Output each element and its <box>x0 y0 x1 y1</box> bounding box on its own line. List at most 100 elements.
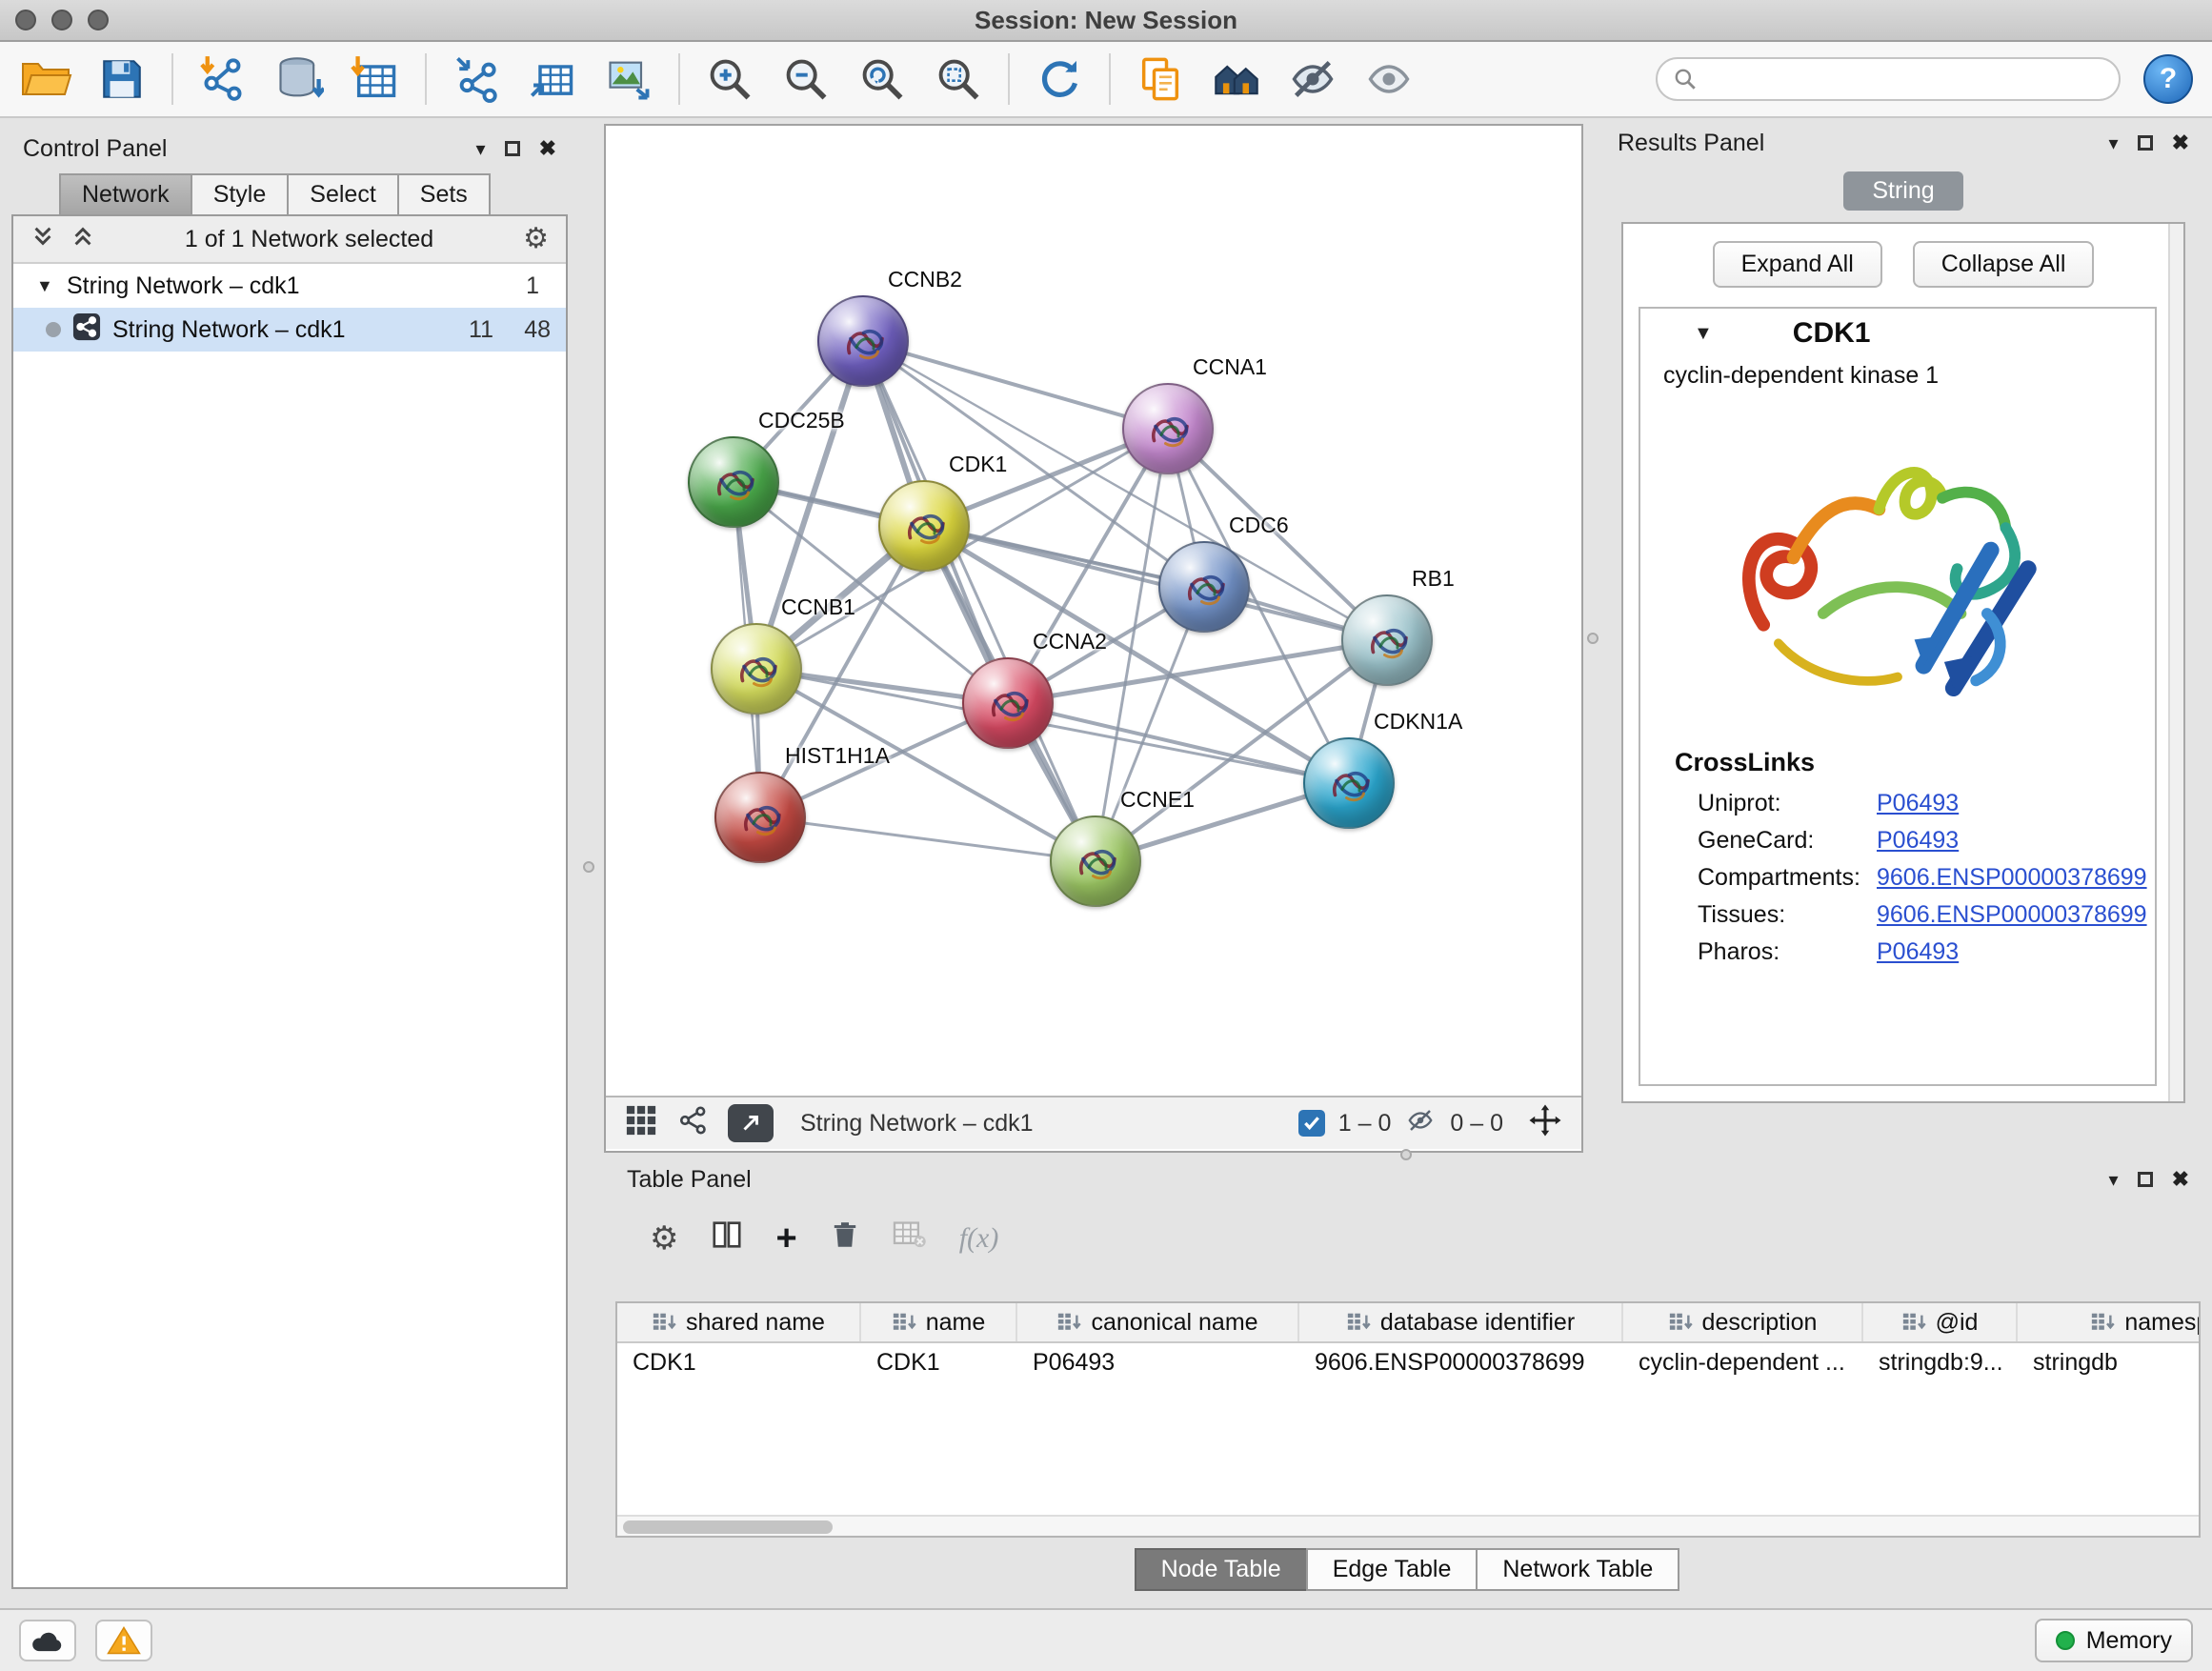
table-cell[interactable]: stringdb:9... <box>1863 1343 2018 1383</box>
panel-menu-icon[interactable]: ▾ <box>2109 1168 2119 1192</box>
panel-menu-icon[interactable]: ▾ <box>2109 131 2119 155</box>
section-collapse-icon[interactable]: ▼ <box>1694 323 1713 345</box>
scrollbar-thumb[interactable] <box>623 1520 833 1534</box>
zoom-in-button[interactable] <box>703 52 756 106</box>
table-cell[interactable]: cyclin-dependent ... <box>1623 1343 1863 1383</box>
table-horizontal-scrollbar[interactable] <box>617 1515 2199 1536</box>
collection-expand-icon[interactable]: ▼ <box>36 276 55 296</box>
tab-network[interactable]: Network <box>59 173 192 216</box>
delete-column-button[interactable] <box>830 1218 860 1258</box>
splitter-handle[interactable] <box>583 861 594 873</box>
results-scrollbar[interactable] <box>2168 224 2183 1101</box>
hide-selected-button[interactable] <box>1286 52 1339 106</box>
tab-sets[interactable]: Sets <box>397 173 491 216</box>
splitter-handle[interactable] <box>1587 633 1599 644</box>
table-cell[interactable]: P06493 <box>1017 1343 1299 1383</box>
crosslink-link[interactable]: P06493 <box>1877 938 1959 966</box>
import-network-from-file-button[interactable] <box>196 52 250 106</box>
panel-float-icon[interactable] <box>2138 135 2153 151</box>
refresh-view-button[interactable] <box>1033 52 1086 106</box>
table-cell[interactable]: stringdb <box>2018 1343 2201 1383</box>
gear-icon[interactable]: ⚙ <box>523 225 549 253</box>
warning-button[interactable] <box>95 1620 152 1661</box>
zoom-out-button[interactable] <box>779 52 833 106</box>
tab-style[interactable]: Style <box>191 173 290 216</box>
show-all-button[interactable] <box>1362 52 1416 106</box>
column-header[interactable]: namespace <box>2018 1303 2201 1341</box>
splitter-handle[interactable] <box>1400 1149 1412 1160</box>
grid-mode-button[interactable] <box>625 1104 657 1143</box>
panel-float-icon[interactable] <box>505 141 520 156</box>
save-session-button[interactable] <box>95 52 149 106</box>
zoom-fit-button[interactable] <box>855 52 909 106</box>
zoom-selected-button[interactable] <box>932 52 985 106</box>
hidden-eye-icon[interactable] <box>1404 1106 1437 1141</box>
crosslink-link[interactable]: 9606.ENSP00000378699 <box>1877 901 2147 929</box>
network-node-ccnb1[interactable] <box>711 623 802 715</box>
copy-button[interactable] <box>1134 52 1187 106</box>
column-header[interactable]: description <box>1623 1303 1863 1341</box>
column-header[interactable]: database identifier <box>1299 1303 1623 1341</box>
table-cell[interactable]: CDK1 <box>861 1343 1017 1383</box>
open-session-button[interactable] <box>19 52 72 106</box>
network-node-ccna1[interactable] <box>1122 383 1214 474</box>
window-close-button[interactable] <box>15 10 36 30</box>
selected-checkbox-icon[interactable] <box>1298 1110 1325 1137</box>
table-cell[interactable]: 9606.ENSP00000378699 <box>1299 1343 1623 1383</box>
tab-string[interactable]: String <box>1843 171 1962 211</box>
expand-all-button[interactable]: Expand All <box>1713 241 1882 288</box>
function-builder-button[interactable]: f(x) <box>959 1222 999 1255</box>
network-node-cdkn1a[interactable] <box>1303 737 1395 829</box>
show-columns-button[interactable] <box>711 1218 743 1258</box>
network-canvas[interactable]: CCNB2CCNA1CDC25BCDK1CDC6RB1CCNB1CCNA2CDK… <box>606 126 1581 1096</box>
search-input[interactable] <box>1707 64 2103 94</box>
detach-view-button[interactable] <box>728 1104 774 1142</box>
import-network-from-database-button[interactable] <box>272 52 326 106</box>
import-table-from-file-button[interactable] <box>349 52 402 106</box>
panel-menu-icon[interactable]: ▾ <box>476 137 486 161</box>
panel-close-icon[interactable]: ✖ <box>2172 131 2189 155</box>
tab-edge-table[interactable]: Edge Table <box>1306 1548 1478 1591</box>
new-network-from-selection-button[interactable] <box>450 52 503 106</box>
table-row[interactable]: CDK1 CDK1 P06493 9606.ENSP00000378699 cy… <box>617 1343 2201 1383</box>
crosslink-link[interactable]: P06493 <box>1877 790 1959 817</box>
network-node-rb1[interactable] <box>1341 594 1433 686</box>
window-minimize-button[interactable] <box>51 10 72 30</box>
column-header[interactable]: canonical name <box>1017 1303 1299 1341</box>
panel-float-icon[interactable] <box>2138 1172 2153 1187</box>
expand-tree-button[interactable] <box>30 224 55 255</box>
network-node-hist1h1a[interactable] <box>714 772 806 863</box>
memory-button[interactable]: Memory <box>2035 1619 2193 1662</box>
network-collection-row[interactable]: ▼ String Network – cdk1 1 <box>13 264 566 308</box>
export-image-button[interactable] <box>602 52 655 106</box>
houses-button[interactable] <box>1210 52 1263 106</box>
crosslink-link[interactable]: P06493 <box>1877 827 1959 855</box>
column-header[interactable]: shared name <box>617 1303 861 1341</box>
tab-node-table[interactable]: Node Table <box>1135 1548 1308 1591</box>
network-node-cdc25b[interactable] <box>688 436 779 528</box>
tab-select[interactable]: Select <box>287 173 398 216</box>
network-node-ccnb2[interactable] <box>817 295 909 387</box>
column-header[interactable]: name <box>861 1303 1017 1341</box>
window-zoom-button[interactable] <box>88 10 109 30</box>
new-table-from-network-button[interactable] <box>526 52 579 106</box>
collapse-all-button[interactable]: Collapse All <box>1913 241 2095 288</box>
help-button[interactable]: ? <box>2143 54 2193 104</box>
search-field[interactable] <box>1656 57 2121 101</box>
network-row[interactable]: String Network – cdk1 11 48 <box>13 308 566 352</box>
table-settings-gear[interactable]: ⚙ <box>650 1222 678 1255</box>
network-node-ccne1[interactable] <box>1050 815 1141 907</box>
network-node-ccna2[interactable] <box>962 657 1054 749</box>
column-header[interactable]: @id <box>1863 1303 2018 1341</box>
cloud-button[interactable] <box>19 1620 76 1661</box>
center-view-button[interactable] <box>1528 1103 1562 1144</box>
panel-close-icon[interactable]: ✖ <box>2172 1167 2189 1192</box>
network-node-cdc6[interactable] <box>1158 541 1250 633</box>
panel-close-icon[interactable]: ✖ <box>539 136 556 161</box>
tab-network-table[interactable]: Network Table <box>1476 1548 1679 1591</box>
table-cell[interactable]: CDK1 <box>617 1343 861 1383</box>
add-column-button[interactable]: + <box>775 1220 796 1257</box>
crosslink-link[interactable]: 9606.ENSP00000378699 <box>1877 864 2147 892</box>
network-mode-button[interactable] <box>676 1104 709 1143</box>
network-node-cdk1[interactable] <box>878 480 970 572</box>
